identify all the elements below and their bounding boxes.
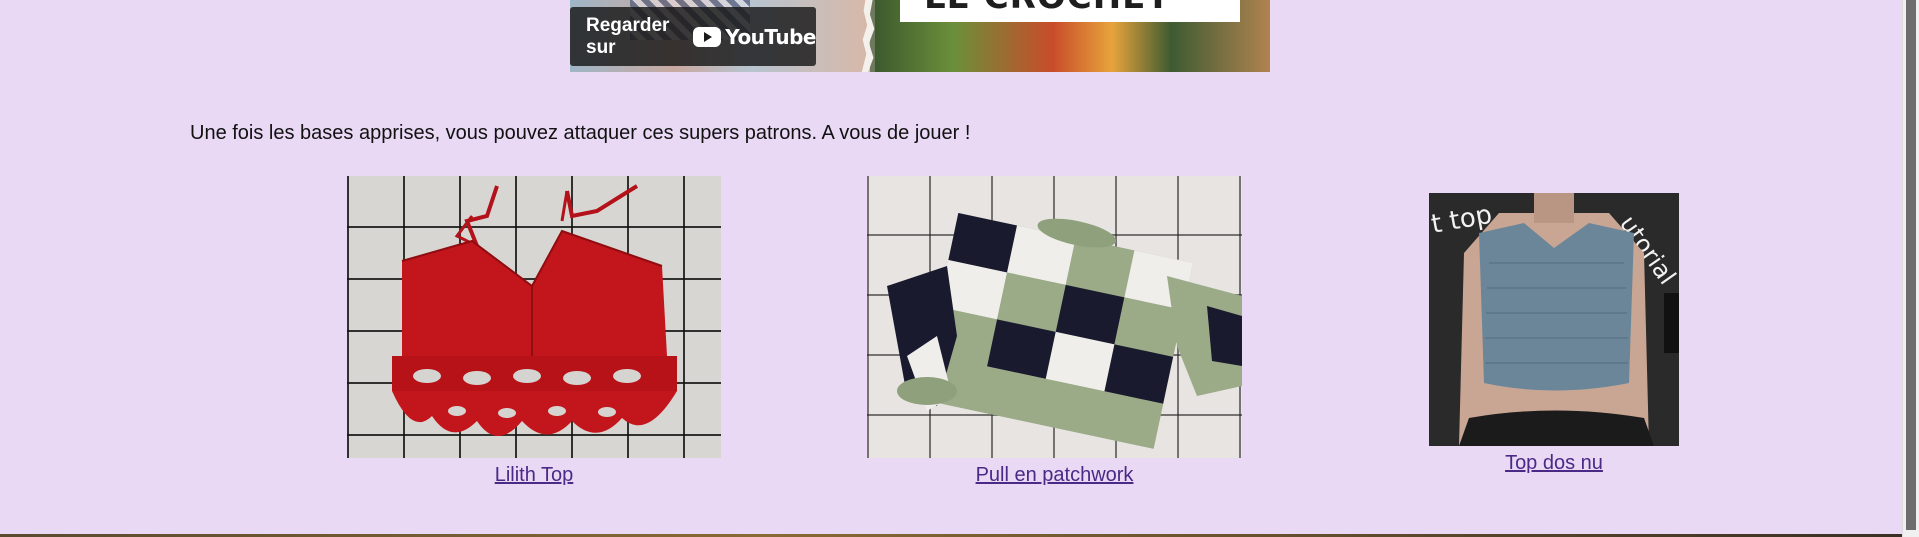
red-crochet-halter-top-image[interactable] (347, 176, 721, 458)
youtube-play-icon (693, 26, 722, 47)
pattern-link-pull-patchwork[interactable]: Pull en patchwork (976, 464, 1134, 487)
blue-knit-top-image[interactable]: t top utorial (1429, 193, 1679, 446)
youtube-wordmark: YouTube (725, 24, 816, 49)
pattern-link-top-dos-nu[interactable]: Top dos nu (1505, 452, 1603, 475)
vertical-scrollbar[interactable] (1902, 0, 1919, 537)
video-title-text: LE CROCHET (900, 0, 1240, 14)
pattern-card-lilith-top: Lilith Top (347, 176, 721, 487)
youtube-logo: YouTube (693, 25, 816, 49)
scrollbar-thumb[interactable] (1906, 0, 1916, 530)
watch-on-label: Regarder sur (586, 14, 670, 58)
pattern-link-lilith-top[interactable]: Lilith Top (495, 464, 574, 487)
pattern-card-pull-patchwork: Pull en patchwork (867, 176, 1242, 487)
video-title-card: LE CROCHET (900, 0, 1240, 22)
patchwork-sweater-image[interactable] (867, 176, 1242, 458)
pattern-card-top-dos-nu: t top utorial Top dos nu (1429, 193, 1679, 475)
watch-on-youtube-button[interactable]: Regarder sur YouTube (570, 7, 816, 66)
intro-paragraph: Une fois les bases apprises, vous pouvez… (190, 122, 971, 144)
page: LE CROCHET Regarder sur YouTube Une fois… (0, 0, 1919, 537)
